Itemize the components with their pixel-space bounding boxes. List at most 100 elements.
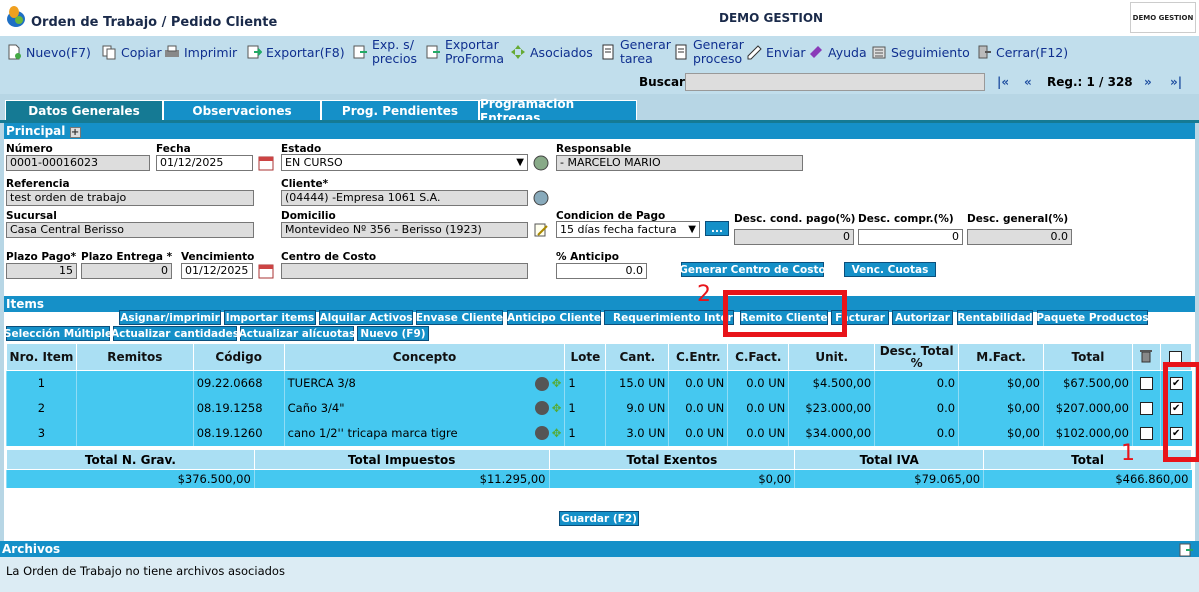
col-lote: Lote: [564, 343, 607, 371]
importar-items-button[interactable]: Importar items: [224, 310, 316, 325]
archivos-header: Archivos: [0, 541, 1199, 557]
calendar-icon[interactable]: [258, 263, 274, 279]
calendar-icon[interactable]: [258, 155, 274, 171]
referencia-field[interactable]: test orden de trabajo: [6, 190, 254, 206]
rentabilidad-button[interactable]: Rentabilidad: [957, 310, 1033, 325]
gp-line2: proceso: [693, 51, 743, 66]
prev-record-button[interactable]: «: [1024, 75, 1032, 89]
cell-mfact: $0,00: [958, 370, 1044, 396]
sucursal-field[interactable]: Casa Central Berisso: [6, 222, 254, 238]
domicilio-field[interactable]: Montevideo Nº 356 - Berisso (1923): [281, 222, 528, 238]
attach-file-icon[interactable]: [1178, 542, 1194, 558]
enviar-label: Enviar: [766, 44, 806, 60]
items-table: Nro. Item Remitos Código Concepto Lote C…: [6, 343, 1193, 446]
responsable-field[interactable]: - MARCELO MARIO: [556, 155, 803, 171]
next-record-button[interactable]: »: [1144, 75, 1152, 89]
nuevo-button[interactable]: Nuevo(F7): [6, 44, 91, 60]
anticipo-field[interactable]: 0.0: [556, 263, 647, 279]
enviar-button[interactable]: Enviar: [746, 44, 806, 60]
actualizar-cantidades-button[interactable]: Actualizar cantidades: [111, 326, 239, 341]
record-counter: Reg.: 1 / 328: [1047, 75, 1133, 89]
generar-tarea-button[interactable]: Generar tarea: [600, 38, 671, 66]
ayuda-button[interactable]: Ayuda: [808, 44, 867, 60]
cell-centr: 0.0 UN: [668, 370, 728, 396]
desc-cond-field[interactable]: 0: [734, 229, 854, 245]
centro-label: Centro de Costo: [281, 251, 377, 263]
seguimiento-button[interactable]: Seguimiento: [871, 44, 970, 60]
exp-sin-precios-button[interactable]: Exp. s/precios: [352, 38, 417, 66]
desc-gral-field[interactable]: 0.0: [967, 229, 1072, 245]
cliente-field[interactable]: (04444) -Empresa 1061 S.A.: [281, 190, 528, 206]
actualizar-alicuotas-button[interactable]: Actualizar alícuotas: [239, 326, 355, 341]
move-icon[interactable]: ✥: [552, 401, 562, 415]
total-ngrav-label: Total N. Grav.: [6, 449, 255, 470]
col-remitos: Remitos: [75, 343, 194, 371]
numero-field[interactable]: 0001-00016023: [6, 155, 150, 171]
cell-cant: 15.0 UN: [605, 370, 669, 396]
generar-centro-button[interactable]: Generar Centro de Costo: [679, 262, 826, 277]
total-exentos-value: $0,00: [548, 469, 795, 488]
exportar-button[interactable]: Exportar(F8): [246, 44, 345, 60]
copiar-button[interactable]: Copiar: [101, 44, 162, 60]
edit-address-icon[interactable]: [533, 222, 549, 238]
envase-cliente-button[interactable]: Envase Cliente: [416, 310, 503, 325]
asignar-imprimir-button[interactable]: Asignar/imprimir: [119, 310, 221, 325]
last-record-button[interactable]: »|: [1170, 75, 1182, 89]
search-input[interactable]: [685, 73, 985, 91]
delete-checkbox[interactable]: [1139, 377, 1153, 391]
fecha-field[interactable]: 01/12/2025: [156, 155, 253, 171]
gp-line1: Generar: [693, 37, 744, 52]
detail-icon[interactable]: [534, 426, 549, 441]
alquilar-activos-button[interactable]: Alquilar Activos: [319, 310, 413, 325]
tab-datos-generales[interactable]: Datos Generales: [5, 100, 163, 121]
nuevo-label: Nuevo(F7): [26, 44, 91, 60]
client-search-icon[interactable]: [533, 190, 549, 206]
desc-compr-field[interactable]: 0: [858, 229, 963, 245]
first-record-button[interactable]: |«: [997, 75, 1009, 89]
paquete-productos-button[interactable]: Paquete Productos: [1036, 310, 1149, 325]
condicion-select[interactable]: 15 días fecha factura ▼: [556, 221, 700, 238]
asociados-button[interactable]: Asociados: [510, 44, 593, 60]
principal-title: Principal: [6, 124, 66, 138]
autorizar-button[interactable]: Autorizar: [892, 310, 953, 325]
move-icon[interactable]: ✥: [552, 426, 562, 440]
tab-prog-pendientes[interactable]: Prog. Pendientes: [321, 100, 479, 121]
expand-icon[interactable]: +: [69, 127, 81, 138]
annotation-label-2: 2: [697, 282, 711, 307]
search-bar: [0, 70, 1199, 94]
link-icon: [511, 45, 525, 59]
cell-codigo: 09.22.0668: [192, 370, 285, 396]
vencimiento-field[interactable]: 01/12/2025: [181, 263, 253, 279]
delete-checkbox[interactable]: [1139, 427, 1153, 440]
exportar-proforma-button[interactable]: Exportar ProForma: [425, 38, 504, 66]
expf-line2: ProForma: [445, 51, 504, 66]
col-desc: Desc. Total %: [874, 343, 960, 371]
delete-checkbox[interactable]: [1139, 402, 1153, 415]
trash-icon[interactable]: [1140, 349, 1153, 363]
status-history-icon[interactable]: [533, 155, 549, 171]
generar-proceso-button[interactable]: Generar proceso: [673, 38, 744, 66]
centro-field[interactable]: [281, 263, 528, 279]
requerimiento-interno-button[interactable]: Requerimiento Intern: [604, 310, 734, 325]
imprimir-button[interactable]: Imprimir: [164, 44, 237, 60]
estado-select[interactable]: EN CURSO ▼: [281, 154, 528, 171]
move-icon[interactable]: ✥: [552, 376, 562, 390]
tab-programacion-entregas[interactable]: Programacion Entregas: [479, 97, 637, 125]
condicion-more-button[interactable]: ...: [705, 221, 729, 236]
detail-icon[interactable]: [534, 401, 549, 416]
tab-observaciones[interactable]: Observaciones: [163, 100, 321, 121]
cell-concepto: cano 1/2'' tricapa marca tigre ✥: [283, 420, 565, 446]
cell-cfact: 0.0 UN: [727, 395, 789, 421]
seleccion-multiple-button[interactable]: Selección Múltiple: [4, 326, 112, 341]
detail-icon[interactable]: [534, 376, 549, 391]
cell-lote: 1: [564, 370, 606, 396]
venc-cuotas-button[interactable]: Venc. Cuotas: [844, 262, 936, 277]
cell-lote: 1: [564, 395, 606, 421]
guardar-button[interactable]: Guardar (F2): [559, 511, 639, 526]
plazo-entrega-field[interactable]: 0: [81, 263, 172, 279]
nuevo-item-button[interactable]: Nuevo (F9): [357, 326, 429, 341]
cell-cfact: 0.0 UN: [727, 420, 789, 446]
cerrar-button[interactable]: Cerrar(F12): [976, 44, 1068, 60]
plazo-pago-field[interactable]: 15: [6, 263, 77, 279]
anticipo-cliente-button[interactable]: Anticipo Cliente: [507, 310, 601, 325]
